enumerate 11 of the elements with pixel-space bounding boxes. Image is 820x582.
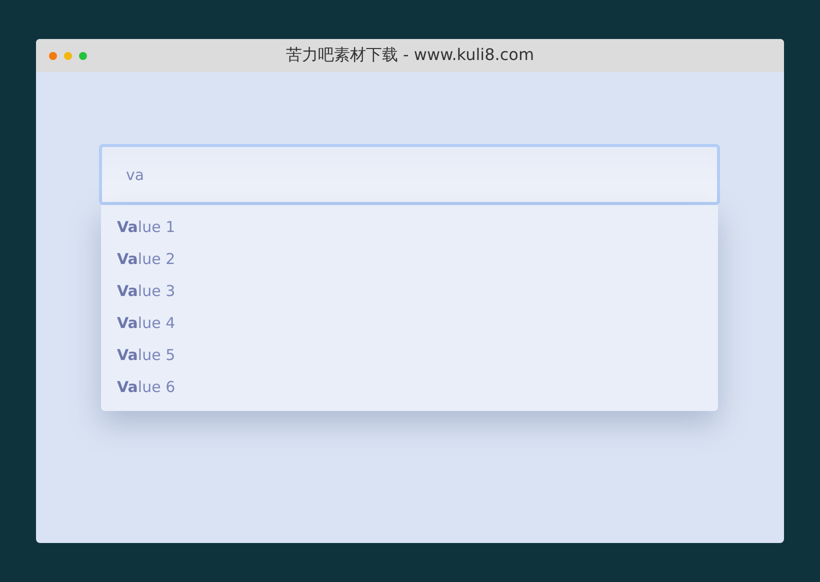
close-dot-icon[interactable] <box>49 52 57 60</box>
suggestion-item[interactable]: Value 1 <box>101 211 718 243</box>
suggestion-item[interactable]: Value 6 <box>101 371 718 403</box>
suggestion-item[interactable]: Value 4 <box>101 307 718 339</box>
suggestion-item[interactable]: Value 3 <box>101 275 718 307</box>
window-title: 苦力吧素材下载 - www.kuli8.com <box>286 45 534 66</box>
maximize-dot-icon[interactable] <box>79 52 87 60</box>
search-field[interactable]: va <box>99 144 720 205</box>
suggestion-item[interactable]: Value 2 <box>101 243 718 275</box>
minimize-dot-icon[interactable] <box>64 52 72 60</box>
suggestion-item[interactable]: Value 5 <box>101 339 718 371</box>
